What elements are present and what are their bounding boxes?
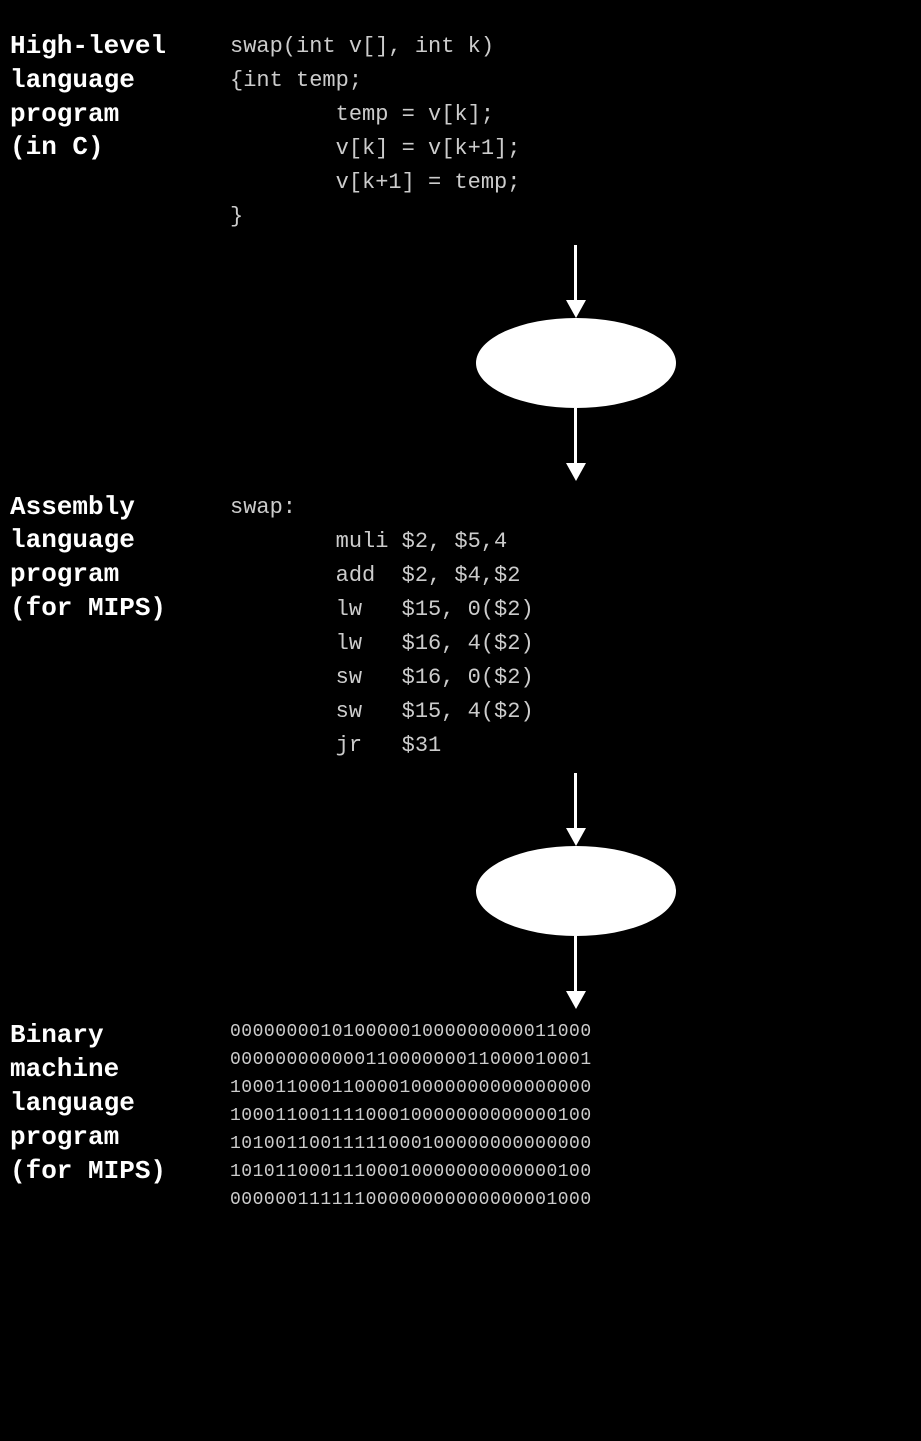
assembly-label-text: Assemblylanguageprogram(for MIPS) [10, 492, 166, 623]
arrow-line-top-2 [574, 773, 577, 828]
highlevel-label: High-levellanguageprogram(in C) [0, 20, 230, 175]
connector-right-2 [230, 773, 921, 1009]
binary-label: Binary machinelanguageprogram(for MIPS) [0, 1009, 230, 1198]
highlevel-section: High-levellanguageprogram(in C) swap(int… [0, 20, 921, 245]
binary-code: 00000000101000001000000000011000 0000000… [230, 1009, 921, 1224]
connector-spacer-1 [0, 245, 230, 481]
compiler-ellipse [476, 318, 676, 408]
page-container: High-levellanguageprogram(in C) swap(int… [0, 0, 921, 1441]
assembler-ellipse [476, 846, 676, 936]
binary-section: Binary machinelanguageprogram(for MIPS) … [0, 1009, 921, 1224]
highlevel-code: swap(int v[], int k) {int temp; temp = v… [230, 20, 921, 245]
connector-1 [0, 245, 921, 481]
assembly-code: swap: muli $2, $5,4 add $2, $4,$2 lw $15… [230, 481, 921, 774]
binary-label-text: Binary machinelanguageprogram(for MIPS) [10, 1020, 166, 1185]
assembly-label: Assemblylanguageprogram(for MIPS) [0, 481, 230, 636]
connector-spacer-2 [0, 773, 230, 1009]
highlevel-label-text: High-levellanguageprogram(in C) [10, 31, 166, 162]
arrow-tip-bottom-2 [566, 991, 586, 1009]
connector-2 [0, 773, 921, 1009]
arrow-line-top-1 [574, 245, 577, 300]
arrow-line-bottom-1 [574, 408, 577, 463]
arrow-tip-bottom-1 [566, 463, 586, 481]
arrow-tip-1 [566, 300, 586, 318]
arrow-line-bottom-2 [574, 936, 577, 991]
connector-right-1 [230, 245, 921, 481]
arrow-tip-2 [566, 828, 586, 846]
assembly-section: Assemblylanguageprogram(for MIPS) swap: … [0, 481, 921, 774]
